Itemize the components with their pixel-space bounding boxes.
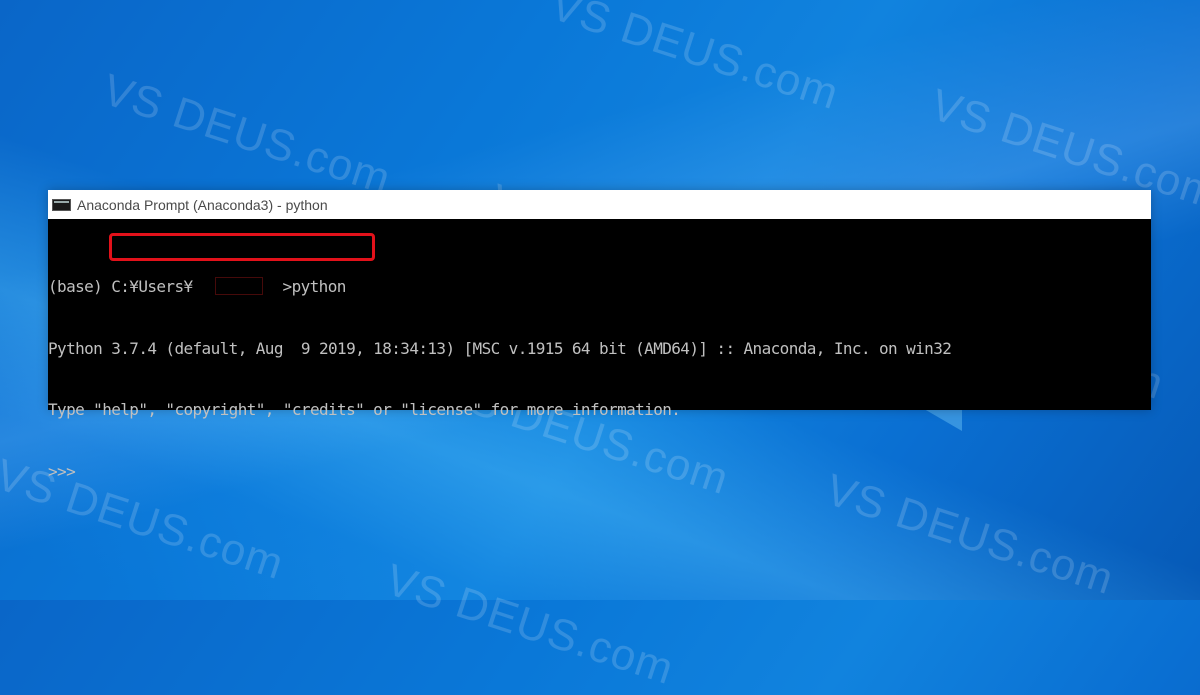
python-version-line: Python 3.7.4 (default, Aug 9 2019, 18:34… — [48, 338, 952, 358]
window-title: Anaconda Prompt (Anaconda3) - python — [77, 196, 328, 213]
watermark: VS DEUS.com — [96, 65, 397, 205]
redacted-username — [214, 277, 263, 295]
watermark: VS DEUS.com — [544, 0, 845, 120]
prompt-env: (base) — [48, 277, 112, 296]
prompt-path: C:¥Users¥ — [111, 277, 193, 296]
repl-prompt[interactable]: >>> — [48, 462, 1151, 483]
help-info-line: Type "help", "copyright", "credits" or "… — [48, 400, 681, 419]
window-titlebar[interactable]: Anaconda Prompt (Anaconda3) - python — [48, 190, 1151, 219]
command-highlight-box — [109, 233, 375, 261]
prompt-line: (base) C:¥Users¥ >python — [48, 277, 1151, 298]
prompt-command: >python — [282, 277, 347, 296]
console-icon — [52, 198, 71, 211]
console-output[interactable]: (base) C:¥Users¥ >python Python 3.7.4 (de… — [48, 219, 1151, 523]
anaconda-prompt-window[interactable]: Anaconda Prompt (Anaconda3) - python (ba… — [48, 190, 1151, 481]
watermark: VS DEUS.com — [379, 555, 680, 695]
